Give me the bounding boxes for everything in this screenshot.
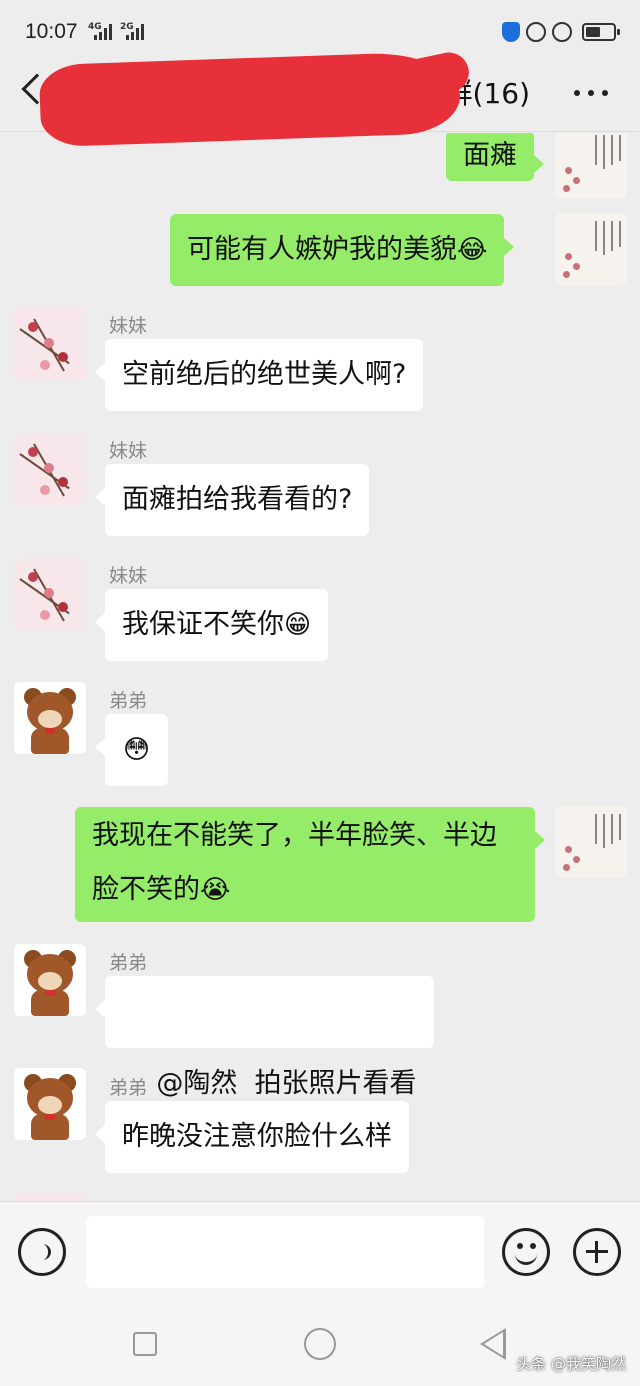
message-list[interactable]: 面瘫 可能有人嫉妒我的美貌😂 妹妹 空前绝后的绝世美人啊? 妹妹 面瘫拍给我看看…	[0, 133, 640, 1201]
message-bubble[interactable]: 面瘫拍给我看看的?	[94, 464, 370, 536]
message-bubble[interactable]: 面瘫	[446, 133, 544, 181]
grin-icon: 😁	[284, 610, 312, 640]
message-bubble[interactable]: 😳	[94, 714, 169, 786]
sender-avatar-meimei	[14, 1193, 86, 1201]
sender-name: 妹妹	[109, 315, 148, 337]
self-avatar[interactable]	[555, 806, 627, 878]
message-text: 可能有人嫉妒我的美貌	[187, 234, 457, 265]
sender-avatar-didi[interactable]	[14, 944, 86, 1016]
lock-icon	[526, 22, 546, 42]
sender-name: 妹妹	[109, 565, 148, 587]
sender-name: 妹妹	[109, 440, 148, 462]
plus-icon[interactable]	[573, 1228, 621, 1276]
sender-name: 弟弟	[109, 1077, 148, 1099]
chat-header: 群(16)	[0, 48, 640, 148]
shocked-face-icon: 😳	[123, 735, 151, 765]
message-bubble[interactable]: 我现在不能笑了，半年脸笑、半边 脸不笑的😭	[75, 807, 545, 922]
message-text: @陶然 拍张照片看看	[156, 1068, 417, 1099]
sender-name: 弟弟	[109, 690, 148, 712]
sender-avatar-didi[interactable]	[14, 1068, 86, 1140]
status-icons	[502, 20, 620, 44]
self-avatar[interactable]	[555, 213, 627, 285]
emoji-icon[interactable]	[502, 1228, 550, 1276]
more-dots-icon[interactable]	[574, 90, 608, 96]
message-bubble[interactable]: 空前绝后的绝世美人啊?	[94, 339, 424, 411]
message-text: 面瘫	[463, 140, 517, 171]
message-bubble[interactable]: @陶然 拍张照片看看	[95, 976, 434, 1099]
back-triangle-icon[interactable]	[480, 1328, 506, 1360]
signal-icon-2	[126, 24, 150, 40]
crying-face-icon: 😭	[200, 875, 231, 905]
input-bar	[0, 1201, 640, 1301]
sender-avatar-meimei[interactable]	[14, 308, 86, 380]
alarm-icon	[552, 22, 572, 42]
message-text: 空前绝后的绝世美人啊?	[122, 359, 407, 390]
voice-input-icon[interactable]	[18, 1228, 66, 1276]
laugh-tears-icon: 😂	[457, 235, 488, 265]
sender-avatar-didi[interactable]	[14, 682, 86, 754]
system-nav-bar: 头条 @我笑陶然	[0, 1301, 640, 1386]
message-text: 昨晚没注意你脸什么样	[122, 1121, 392, 1152]
sender-name: 弟弟	[109, 952, 148, 974]
recent-apps-icon[interactable]	[133, 1332, 157, 1356]
message-text-line: 我现在不能笑了，半年脸笑、半边	[92, 820, 497, 851]
message-text: 我保证不笑你	[122, 609, 284, 640]
message-bubble[interactable]: 我保证不笑你😁	[94, 589, 329, 661]
home-icon[interactable]	[304, 1328, 336, 1360]
sender-avatar-meimei[interactable]	[14, 558, 86, 630]
signal-icon	[94, 24, 118, 40]
message-bubble[interactable]: 昨晚没注意你脸什么样	[95, 1101, 409, 1173]
watermark: 头条 @我笑陶然	[516, 1355, 626, 1373]
message-input[interactable]	[86, 1216, 484, 1288]
status-bar: 10:07 4G 2G	[0, 0, 640, 64]
sender-avatar-meimei[interactable]	[14, 433, 86, 505]
message-bubble[interactable]: 可能有人嫉妒我的美貌😂	[170, 214, 515, 286]
status-time: 10:07	[25, 20, 78, 43]
message-text: 面瘫拍给我看看的?	[122, 484, 353, 515]
message-text-line: 脸不笑的	[92, 874, 200, 905]
battery-icon	[582, 23, 620, 41]
self-avatar[interactable]	[555, 133, 627, 199]
shield-icon	[502, 22, 520, 42]
